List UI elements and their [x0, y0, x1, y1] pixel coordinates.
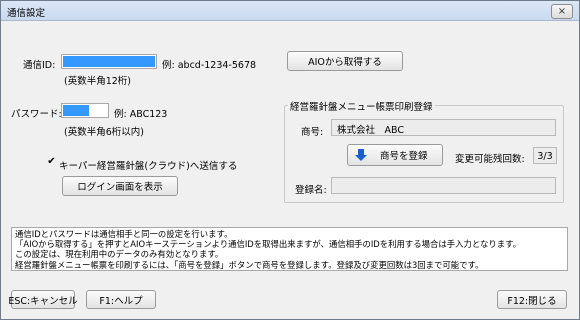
f12-close-button[interactable]: F12:閉じる	[497, 290, 567, 309]
password-example: 例: ABC123	[114, 109, 168, 120]
info-line: 経営羅針盤メニュー帳票を印刷するには、「商号を登録」ボタンで商号を登録します。登…	[15, 259, 484, 270]
trade-name-field[interactable]: 株式会社 ABC	[331, 119, 556, 136]
text-selection	[63, 105, 89, 116]
registered-name-field[interactable]	[331, 177, 556, 194]
f1-help-button[interactable]: F1:ヘルプ	[86, 290, 156, 309]
comm-id-example: 例: abcd-1234-5678	[162, 60, 257, 71]
close-button[interactable]: ×	[551, 4, 573, 19]
arrow-down-icon	[355, 149, 367, 161]
close-icon: ×	[557, 6, 567, 17]
remaining-count-label: 変更可能残回数:	[455, 154, 525, 165]
text-selection	[63, 56, 155, 67]
password-input[interactable]	[61, 103, 109, 118]
aio-fetch-button[interactable]: AIOから取得する	[287, 51, 403, 71]
esc-cancel-button[interactable]: ESC:キャンセル	[8, 290, 78, 309]
info-line: 通信IDとパスワードは通信相手と同一の設定を行います。	[15, 229, 233, 239]
trade-name-label: 商号:	[301, 127, 324, 138]
comm-id-label: 通信ID:	[23, 60, 56, 71]
info-line: この設定は、現在利用中のデータのみ有効となります。	[15, 249, 224, 260]
comm-id-hint: (英数半角12桁)	[64, 76, 132, 87]
checkmark-icon: ✔	[47, 156, 56, 167]
window-title: 通信設定	[7, 8, 46, 19]
info-line: 「AIOから取得する」を押すとAIOキーステーションより通信IDを取得出来ますが…	[15, 239, 522, 250]
remaining-count-value: 3/3	[533, 147, 557, 164]
comm-id-input[interactable]	[61, 54, 157, 69]
title-bar: 通信設定 ×	[1, 1, 579, 21]
cloud-send-label: キーパー経営羅針盤(クラウド)へ送信する	[59, 161, 238, 172]
cloud-send-checkbox[interactable]: ✔	[46, 157, 57, 168]
password-hint: (英数半角6桁以内)	[64, 127, 144, 138]
info-message-box: 通信IDとパスワードは通信相手と同一の設定を行います。 「AIOから取得する」を…	[11, 227, 568, 271]
password-label: パスワード:	[11, 109, 62, 120]
login-screen-button[interactable]: ログイン画面を表示	[62, 176, 178, 196]
registered-name-label: 登録名:	[295, 185, 327, 196]
register-name-button[interactable]: 商号を登録	[347, 144, 443, 166]
menu-print-group-title: 経営羅針盤メニュー帳票印刷登録	[288, 99, 435, 113]
settings-window: 通信設定 × 通信ID: 例: abcd-1234-5678 (英数半角12桁)…	[0, 0, 580, 320]
register-name-label: 商号を登録	[380, 151, 428, 162]
